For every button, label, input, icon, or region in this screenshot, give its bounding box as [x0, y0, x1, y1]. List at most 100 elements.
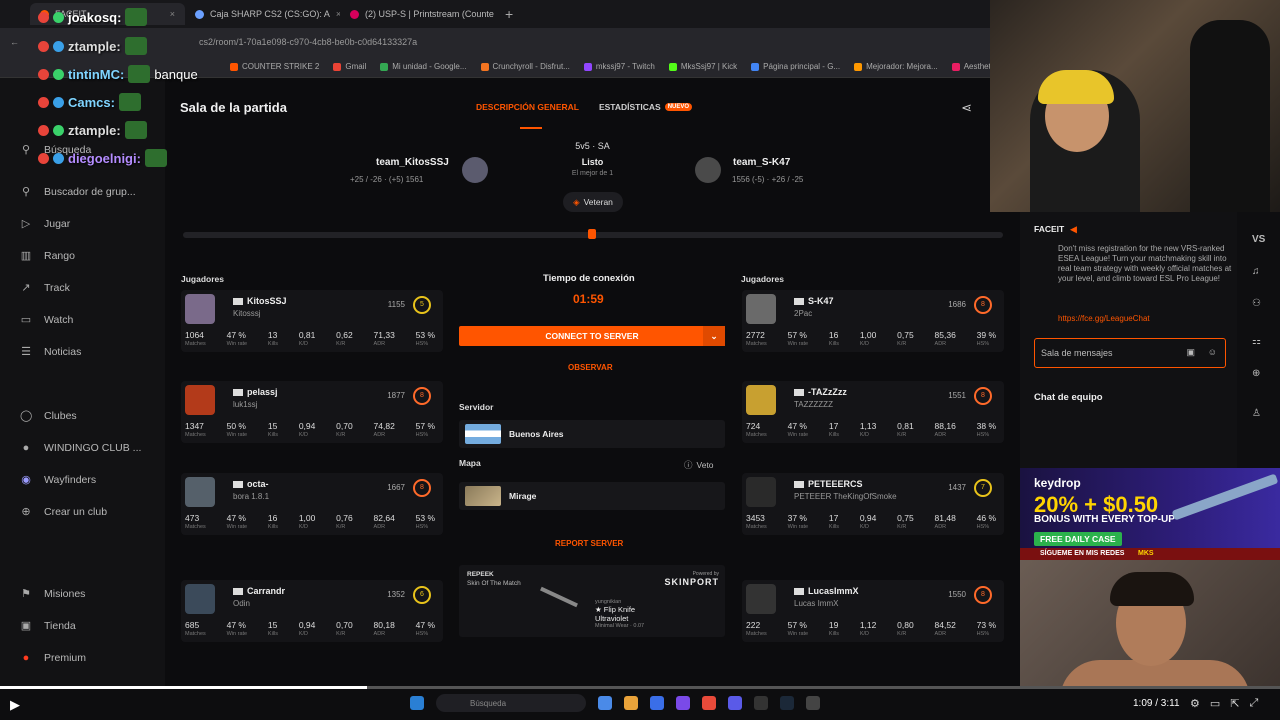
stat-label: K/R: [897, 341, 907, 347]
tab-favicon-icon: [350, 9, 359, 19]
player-card[interactable]: -TAZzZzz TAZZZZZZ 1551 8 724 Matches 47 % Win r…: [742, 381, 1004, 443]
stat-value: 724: [746, 421, 761, 431]
badge-icon: [38, 152, 49, 164]
ad-item: yungnikian ★ Flip Knife Ultraviolet Mini…: [595, 599, 644, 629]
player-card[interactable]: octa-bora 1.8.1 1667 8 473 Matches 47 % Win ra…: [181, 473, 443, 535]
player-nickname: pelassj: [247, 387, 278, 397]
sidebar-item-label: Clubes: [44, 410, 77, 422]
stat-value: 74,82: [373, 421, 395, 431]
sidebar-item[interactable]: ▣ Tienda: [20, 620, 76, 632]
new-badge: NUEVO: [664, 103, 693, 111]
sidebar-item[interactable]: ⚑ Misiones: [20, 588, 85, 600]
stat-label: ADR: [373, 341, 386, 347]
skin-ad[interactable]: REPEEK Skin Of The Match Powered by SKIN…: [459, 565, 725, 637]
bookmark-item[interactable]: Aesthetic | throat ta...: [951, 62, 990, 71]
friends-icon[interactable]: ⚇: [1252, 298, 1261, 309]
vs-icon[interactable]: VS: [1252, 234, 1265, 245]
player-card[interactable]: LucasImmX Lucas ImmX 1550 8 222 Matches 57 % Wi…: [742, 580, 1004, 642]
report-server-link[interactable]: REPORT SERVER: [555, 539, 623, 548]
sidebar-item[interactable]: ☰ Noticias: [20, 346, 81, 358]
add-icon[interactable]: ⊕: [1252, 368, 1260, 379]
shop-icon: ▣: [20, 620, 32, 632]
play-icon[interactable]: ▶: [10, 697, 20, 713]
chat-link[interactable]: https://fce.gg/LeagueChat: [1058, 314, 1150, 323]
player-card[interactable]: pelassj luk1ssj 1877 8 1347 Matches 50 % Win ra…: [181, 381, 443, 443]
player-elo: 1686: [948, 300, 966, 309]
browser-tab[interactable]: Caja SHARP CS2 (CS:GO): A ×: [185, 3, 340, 25]
info-icon: ⓘ: [684, 460, 693, 470]
video-icons: ⚙ ▭ ⇱ ⤢: [1190, 697, 1258, 710]
video-progress[interactable]: [0, 686, 1280, 689]
obs-icon[interactable]: [754, 696, 768, 710]
player-card[interactable]: PETEEERCS PETEEER TheKingOfSmoke 1437 7 3453…: [742, 473, 1004, 535]
player-nickname: octa-: [247, 479, 269, 489]
sidebar-item[interactable]: ⊕ Crear un club: [20, 506, 107, 518]
chrome-icon[interactable]: [702, 696, 716, 710]
bookmark-item[interactable]: Gmail: [333, 62, 366, 71]
gif-icon[interactable]: ▣: [1186, 347, 1195, 358]
bookmark-item[interactable]: COUNTER STRIKE 2: [230, 62, 319, 71]
browser-tab[interactable]: (2) USP-S | Printstream (Counte×: [340, 3, 495, 25]
sidebar-item[interactable]: ◉ Wayfinders: [20, 474, 96, 486]
sidebar-item[interactable]: ▭ Watch: [20, 314, 74, 326]
user-icon[interactable]: ♙: [1252, 408, 1261, 419]
bell-icon[interactable]: ♫: [1252, 266, 1260, 277]
windows-start-icon[interactable]: [410, 696, 424, 710]
stat-value: 222: [746, 620, 761, 630]
bookmark-item[interactable]: Crunchyroll - Disfrut...: [480, 62, 570, 71]
player-card[interactable]: Carrandr Odin 1352 6 685 Matches 47 % Win rate 1…: [181, 580, 443, 642]
back-icon[interactable]: ←: [10, 37, 19, 47]
chat-overlay-line: ztample:: [38, 37, 147, 55]
address-bar[interactable]: ← cs2/room/1-70a1e098-c970-4cb8-be0b-c0d…: [0, 28, 990, 56]
share-video-icon[interactable]: ⇱: [1230, 697, 1239, 710]
player-card[interactable]: KitosSSJ Kitosssj 1155 5 1064 Matches 47 % Win …: [181, 290, 443, 352]
steam-icon[interactable]: [780, 696, 794, 710]
store-icon[interactable]: [650, 696, 664, 710]
party-icon[interactable]: ⚏: [1252, 336, 1261, 347]
bookmark-item[interactable]: mkssj97 - Twitch: [583, 62, 655, 71]
taskbar-search[interactable]: Búsqueda: [436, 694, 586, 712]
url-text[interactable]: cs2/room/1-70a1e098-c970-4cb8-be0b-c0d64…: [199, 37, 417, 47]
settings-icon[interactable]: ⚙: [1190, 697, 1200, 710]
badge-icon: [53, 96, 64, 108]
mks-logo: MKS: [1138, 550, 1154, 557]
fullscreen-icon[interactable]: ⤢: [1250, 697, 1259, 710]
connection-time-label: Tiempo de conexión: [543, 273, 635, 284]
tab-overview[interactable]: DESCRIPCIÓN GENERAL: [476, 102, 579, 112]
new-tab-icon[interactable]: +: [495, 6, 523, 22]
tab-stats[interactable]: ESTADÍSTICAS NUEVO: [599, 102, 693, 112]
level-badge: 8: [974, 586, 992, 604]
emoji-icon[interactable]: ☺: [1208, 347, 1217, 357]
sidebar-item[interactable]: ● WINDINGO CLUB ...: [20, 442, 142, 454]
teams-icon[interactable]: [676, 696, 690, 710]
observe-link[interactable]: OBSERVAR: [568, 363, 613, 372]
sidebar-item[interactable]: ● Premium: [20, 652, 86, 664]
miniplayer-icon[interactable]: ▭: [1210, 697, 1220, 710]
message-input[interactable]: Sala de mensajes ▣ ☺: [1034, 338, 1226, 368]
sidebar-item[interactable]: ⚲ Buscador de grup...: [20, 186, 136, 198]
connect-server-button[interactable]: CONNECT TO SERVER ⌄: [459, 326, 725, 346]
stat-value: 19: [828, 620, 839, 630]
tab-favicon-icon: [195, 9, 204, 19]
map-thumbnail: [465, 486, 501, 506]
sidebar-item[interactable]: ▥ Rango: [20, 250, 75, 262]
share-icon[interactable]: ⋖: [961, 100, 972, 116]
discord-icon[interactable]: [728, 696, 742, 710]
app2-icon[interactable]: [806, 696, 820, 710]
player-subname: TAZZZZZZ: [794, 400, 833, 409]
bookmark-item[interactable]: Mi unidad - Google...: [380, 62, 467, 71]
chevron-down-icon[interactable]: ⌄: [703, 326, 725, 346]
app-icon[interactable]: [598, 696, 612, 710]
sidebar-item[interactable]: ▷ Jugar: [20, 218, 71, 230]
bookmark-item[interactable]: Mejorador: Mejora...: [854, 62, 938, 71]
team-chat-label[interactable]: Chat de equipo: [1034, 392, 1103, 403]
player-card[interactable]: S-K47 2Pac 1686 8 2772 Matches 57 % Win rate 16 K…: [742, 290, 1004, 352]
bookmark-item[interactable]: MksSsj97 | Kick: [668, 62, 737, 71]
sidebar-item[interactable]: ◯ Clubes: [20, 410, 77, 422]
bookmark-item[interactable]: Página principal - G...: [751, 62, 840, 71]
close-icon[interactable]: ×: [170, 9, 175, 19]
sidebar-item[interactable]: ↗ Track: [20, 282, 69, 294]
veto-button[interactable]: ⓘ Veto: [684, 459, 714, 471]
folder-icon[interactable]: [624, 696, 638, 710]
chat-overlay-line: Camcs:: [38, 93, 141, 111]
